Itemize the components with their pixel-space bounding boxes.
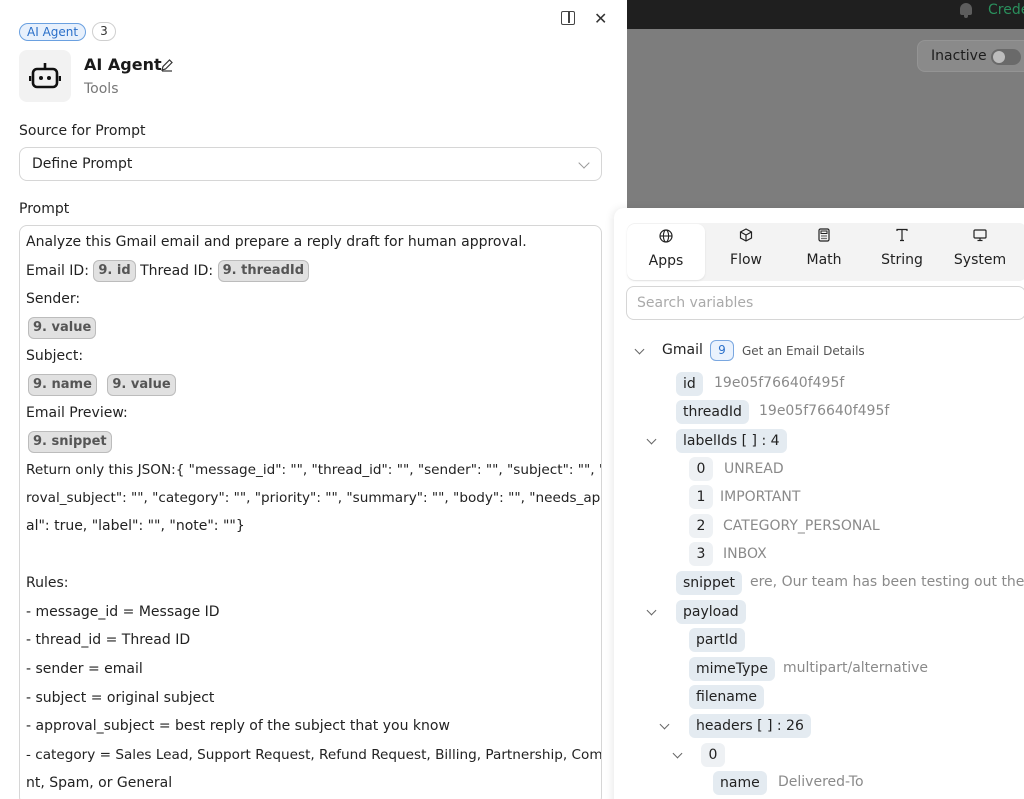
var-mimetype[interactable]: mimeType <box>689 657 775 681</box>
variable-chip[interactable]: 9. snippet <box>28 431 112 453</box>
prompt-line: roval_subject": "", "category": "", "pri… <box>26 490 602 506</box>
array-index[interactable]: 0 <box>689 457 713 481</box>
var-value: CATEGORY_PERSONAL <box>723 518 880 534</box>
calculator-icon <box>818 228 830 242</box>
chevron-down-icon <box>578 157 590 169</box>
tab-label: Apps <box>648 253 684 269</box>
prompt-line: 9. name 9. value <box>28 373 176 397</box>
cube-icon <box>739 228 753 242</box>
status-label: Inactive <box>931 48 987 64</box>
edit-pencil-icon[interactable] <box>160 58 174 72</box>
bell-icon[interactable] <box>958 1 974 19</box>
variables-popover: Apps Flow Math String System Search vari… <box>614 208 1024 799</box>
var-filename[interactable]: filename <box>689 685 765 709</box>
prompt-line: Return only this JSON:{ "message_id": ""… <box>26 462 602 478</box>
prompt-line: al": true, "label": "", "note": ""} <box>26 518 245 534</box>
prompt-label: Prompt <box>19 201 70 217</box>
prompt-line: Analyze this Gmail email and prepare a r… <box>26 234 527 250</box>
node-type-badge: AI Agent <box>19 23 87 41</box>
gmail-action-desc: Get an Email Details <box>742 344 865 358</box>
var-value: INBOX <box>723 546 767 562</box>
var-threadid[interactable]: threadId <box>676 400 749 424</box>
source-value: Define Prompt <box>32 156 133 172</box>
close-icon[interactable]: ✕ <box>594 9 607 28</box>
variable-chip[interactable]: 9. id <box>93 260 136 282</box>
source-label: Source for Prompt <box>19 123 146 139</box>
robot-icon <box>19 50 71 102</box>
prompt-line: nt, Spam, or General <box>26 775 173 791</box>
variable-chip[interactable]: 9. value <box>107 374 176 396</box>
node-title: AI Agent <box>84 55 162 74</box>
var-value: UNREAD <box>724 461 784 477</box>
variable-chip[interactable]: 9. threadId <box>217 260 310 282</box>
var-value: 19e05f76640f495f <box>714 375 845 391</box>
globe-icon <box>659 229 673 243</box>
var-labelids[interactable]: labelIds [ ] : 4 <box>676 429 787 453</box>
chevron-down-icon[interactable] <box>672 748 683 759</box>
gmail-group-label[interactable]: Gmail <box>662 338 703 362</box>
source-select[interactable]: Define Prompt <box>19 147 602 181</box>
prompt-line: - message_id = Message ID <box>26 604 220 620</box>
prompt-line: - sender = email <box>26 661 143 677</box>
toggle-switch[interactable] <box>991 49 1021 65</box>
prompt-editor[interactable]: Analyze this Gmail email and prepare a r… <box>19 225 602 799</box>
var-value: ere, Our team has been testing out the f… <box>750 574 1024 590</box>
var-value: Delivered-To <box>778 774 864 790</box>
prompt-line: Rules: <box>26 575 69 591</box>
tab-label: String <box>881 252 923 268</box>
monitor-icon <box>973 229 987 242</box>
var-id[interactable]: id <box>676 372 703 396</box>
node-settings-panel: AI Agent 3 ✕ AI Agent Tools Source for P… <box>0 0 627 799</box>
tab-flow[interactable]: Flow <box>707 223 785 281</box>
variable-tabs: Apps Flow Math String System <box>627 223 1024 281</box>
tab-label: Flow <box>730 252 762 268</box>
var-value: IMPORTANT <box>720 489 801 505</box>
array-index[interactable]: 1 <box>689 485 713 509</box>
prompt-line: Email ID: 9. id Thread ID: 9. threadId <box>26 259 310 283</box>
var-name[interactable]: name <box>713 771 767 795</box>
var-value: multipart/alternative <box>783 660 929 676</box>
chevron-down-icon[interactable] <box>659 719 670 730</box>
chevron-down-icon[interactable] <box>634 344 645 355</box>
variable-chip[interactable]: 9. name <box>28 374 97 396</box>
tab-label: System <box>953 252 1007 268</box>
search-variables-input[interactable]: Search variables <box>626 286 1024 320</box>
node-subtitle: Tools <box>84 81 119 97</box>
credits-link[interactable]: Crede <box>988 2 1024 18</box>
prompt-line: 9. snippet <box>28 430 112 454</box>
node-step-badge: 3 <box>92 22 116 41</box>
tab-apps[interactable]: Apps <box>627 224 705 280</box>
array-index[interactable]: 3 <box>689 542 713 566</box>
prompt-line: - thread_id = Thread ID <box>26 632 191 648</box>
split-view-icon[interactable] <box>561 11 575 25</box>
array-index[interactable]: 2 <box>689 514 713 538</box>
search-placeholder: Search variables <box>637 295 754 311</box>
prompt-line: 9. value <box>28 316 97 340</box>
prompt-line: - approval_subject = best reply of the s… <box>26 718 450 734</box>
prompt-line: Email Preview: <box>26 405 128 421</box>
text-icon <box>896 228 908 242</box>
variable-chip[interactable]: 9. value <box>28 317 97 339</box>
prompt-line: Subject: <box>26 348 84 364</box>
var-value: 19e05f76640f495f <box>759 403 890 419</box>
status-toggle[interactable]: Inactive <box>917 40 1024 72</box>
tab-math[interactable]: Math <box>785 223 863 281</box>
tab-string[interactable]: String <box>863 223 941 281</box>
array-index[interactable]: 0 <box>701 743 725 767</box>
tab-label: Math <box>806 252 842 268</box>
chevron-down-icon[interactable] <box>646 434 657 445</box>
chevron-down-icon[interactable] <box>646 605 657 616</box>
gmail-step-badge: 9 <box>710 340 734 361</box>
var-payload[interactable]: payload <box>676 600 746 624</box>
prompt-line: - subject = original subject <box>26 690 215 706</box>
var-headers[interactable]: headers [ ] : 26 <box>689 714 811 738</box>
tab-system[interactable]: System <box>941 223 1019 281</box>
var-snippet[interactable]: snippet <box>676 571 742 595</box>
prompt-line: Sender: <box>26 291 81 307</box>
prompt-line: - category = Sales Lead, Support Request… <box>26 747 602 763</box>
var-partid[interactable]: partId <box>689 628 745 652</box>
